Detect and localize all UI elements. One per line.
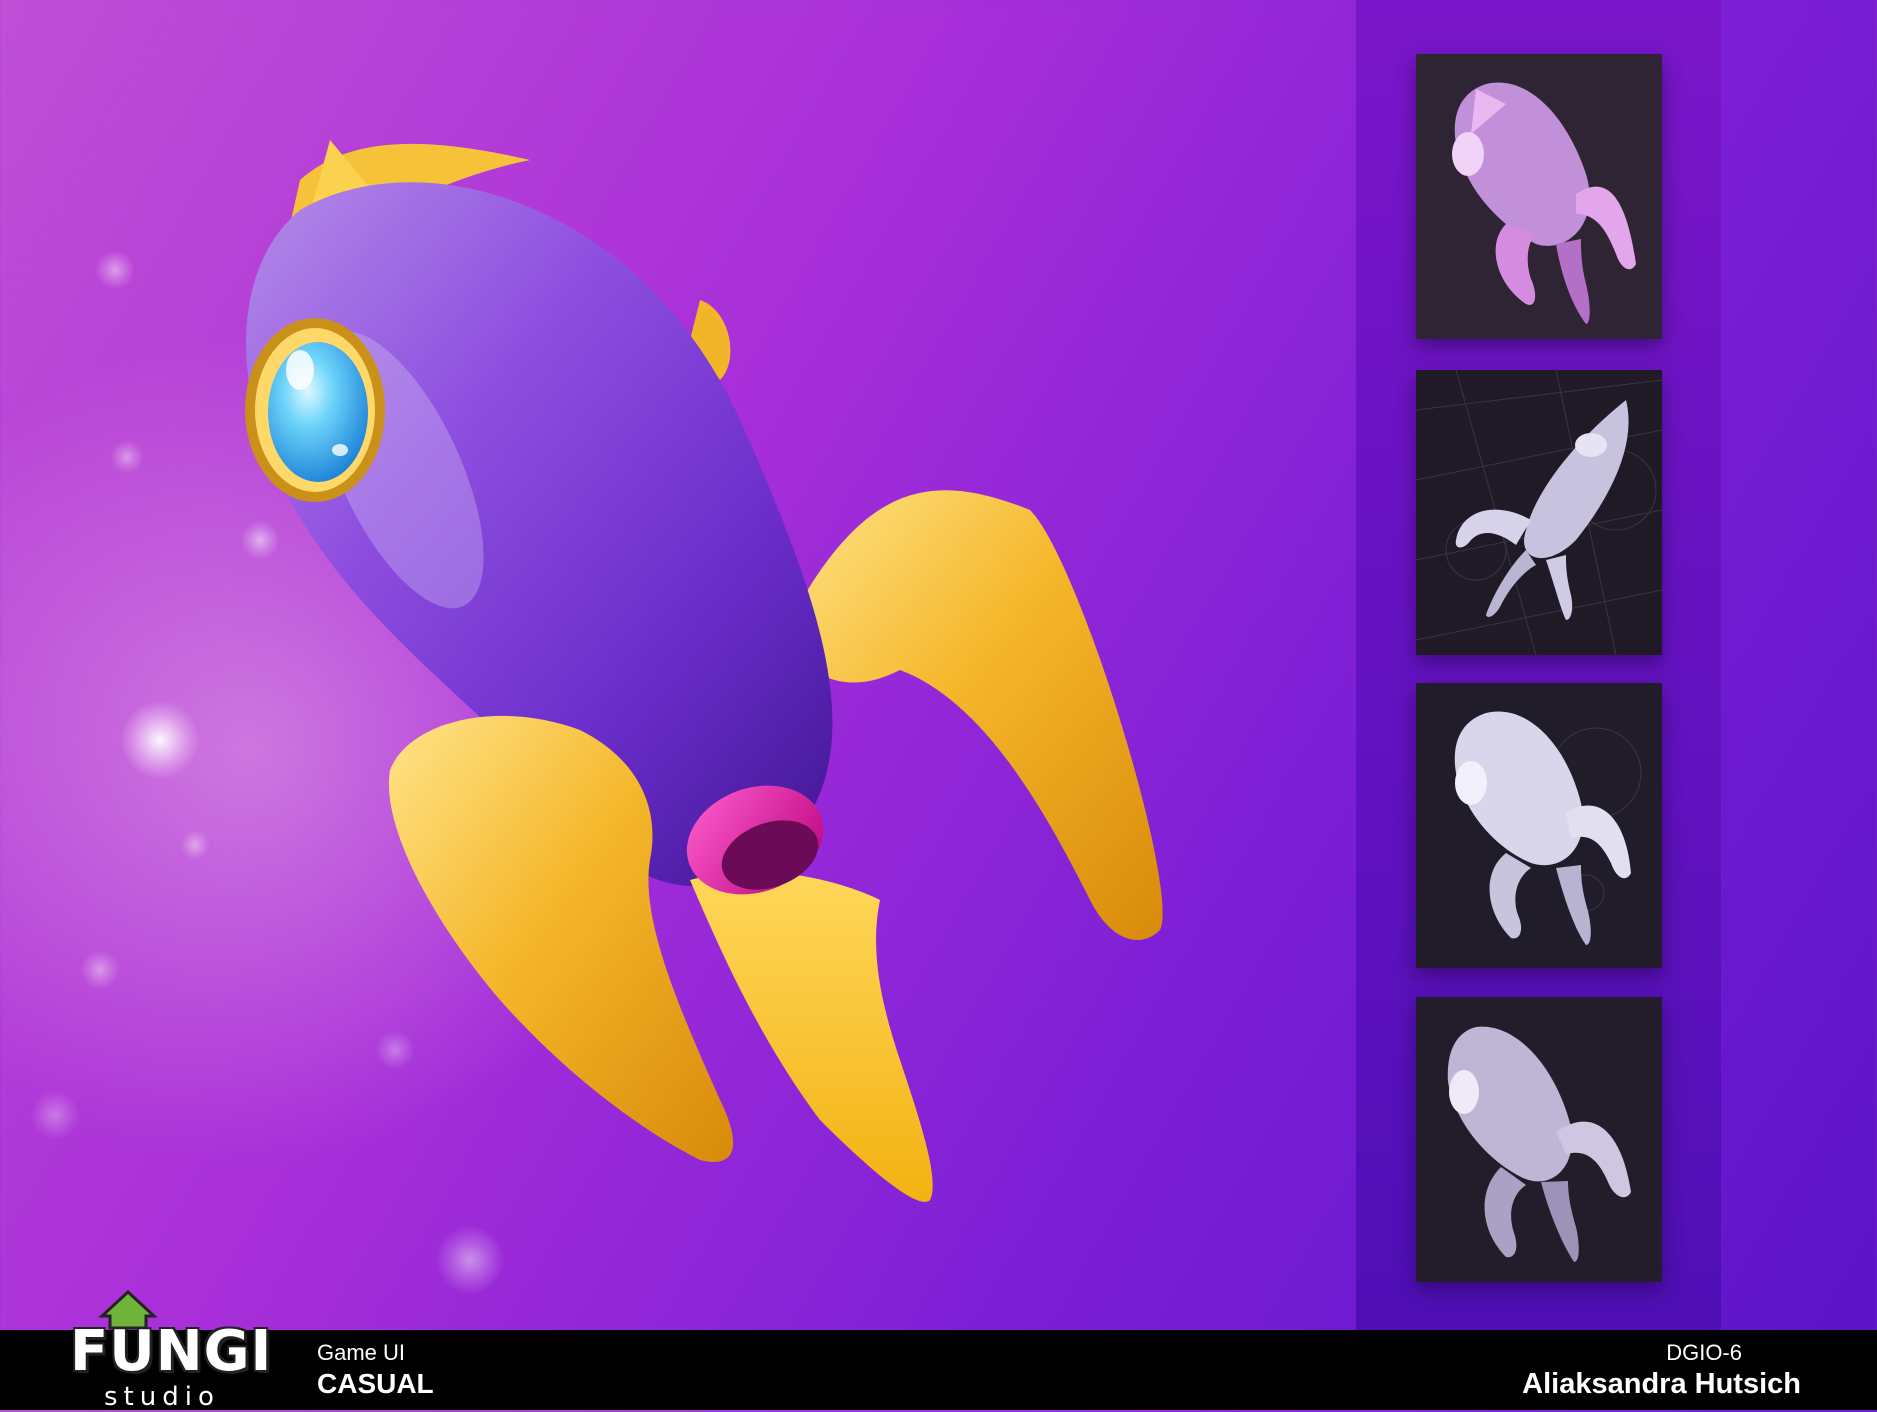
thumbnail-rocket-model-grid[interactable] [1416,370,1662,655]
rocket-icon [1416,683,1662,968]
bokeh-light [110,440,144,474]
rocket-icon [245,140,1163,1202]
artwork-stage [0,0,1877,1330]
logo-subtitle: studio [104,1382,220,1412]
footer-subcategory: CASUAL [317,1368,434,1399]
bokeh-light [95,250,135,290]
rocket-icon [1416,997,1662,1282]
studio-logo: FUNGI studio [62,1280,271,1412]
footer-bar: FUNGI studio Game UI CASUAL DGIO-6 Aliak… [0,1290,1877,1412]
bokeh-light [80,950,120,990]
rocket-icon [1416,54,1662,339]
reference-panel [1356,0,1721,1330]
rocket-icon [1416,370,1662,655]
thumbnail-rocket-model-lit[interactable] [1416,683,1662,968]
footer-code: DGIO-6 [1666,1340,1742,1365]
logo-wordmark: FUNGI [70,1319,273,1384]
thumbnail-rocket-sketch-pink[interactable] [1416,54,1662,339]
footer-author: Aliaksandra Hutsich [1522,1368,1801,1400]
bokeh-light [30,1090,80,1140]
thumbnail-rocket-model-dark[interactable] [1416,997,1662,1282]
footer-category: Game UI [317,1340,406,1365]
